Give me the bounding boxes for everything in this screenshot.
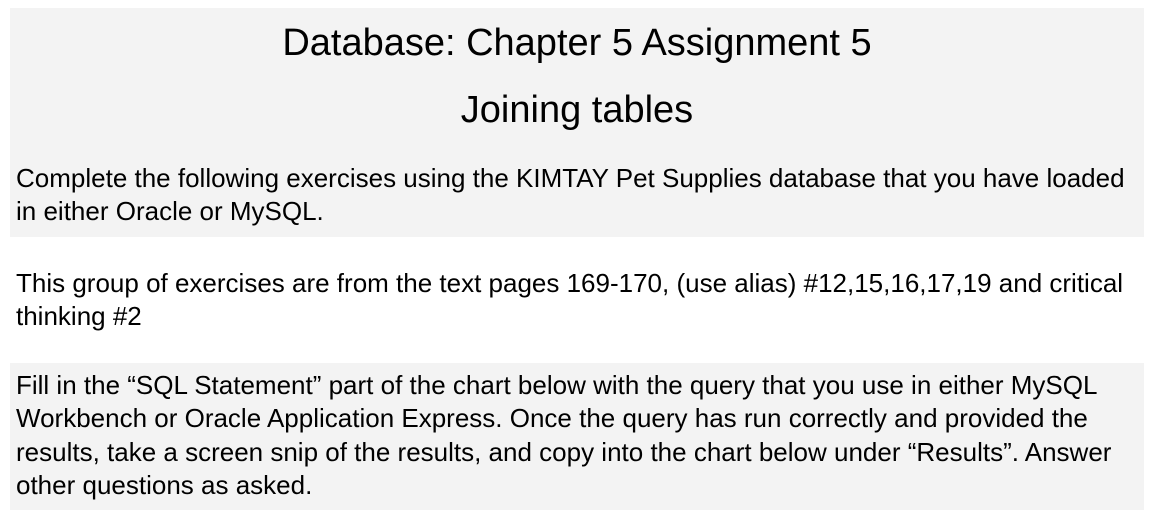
page-title: Database: Chapter 5 Assignment 5 (16, 12, 1138, 83)
spacer (10, 335, 1144, 363)
intro-block: Complete the following exercises using t… (10, 156, 1144, 237)
page-subtitle: Joining tables (16, 83, 1138, 150)
paragraph-exercises: This group of exercises are from the tex… (10, 265, 1144, 336)
paragraph-instructions: Fill in the “SQL Statement” part of the … (16, 367, 1138, 504)
instructions-block: Fill in the “SQL Statement” part of the … (10, 363, 1144, 510)
document-page: Database: Chapter 5 Assignment 5 Joining… (0, 0, 1154, 518)
header-block: Database: Chapter 5 Assignment 5 Joining… (10, 8, 1144, 156)
spacer (10, 237, 1144, 265)
paragraph-intro: Complete the following exercises using t… (16, 160, 1138, 231)
